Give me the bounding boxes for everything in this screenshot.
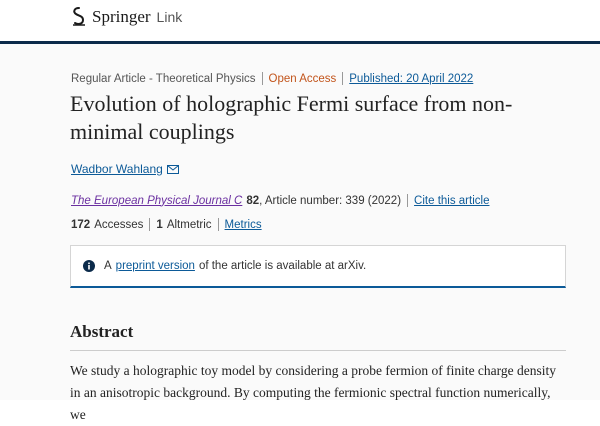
- abstract-heading: Abstract: [70, 322, 134, 341]
- springer-logo-icon: [73, 7, 85, 26]
- author-link[interactable]: Wadbor Wahlang: [71, 162, 163, 176]
- preprint-version-link[interactable]: preprint version: [116, 260, 195, 272]
- volume-number: 82: [246, 194, 260, 207]
- preprint-notice: A preprint version of the article is ava…: [70, 245, 566, 288]
- metrics-line: 172 Accesses 1 Altmetric Metrics: [71, 218, 262, 231]
- divider: [149, 218, 151, 231]
- brand-suffix: Link: [156, 9, 183, 25]
- divider: [407, 194, 409, 207]
- article-type: Regular Article - Theoretical Physics: [71, 72, 256, 85]
- metrics-link[interactable]: Metrics: [225, 219, 262, 231]
- accesses-count: 172: [71, 218, 91, 231]
- abstract-text: We study a holographic toy model by cons…: [70, 363, 557, 422]
- divider: [217, 218, 219, 231]
- brand-word: Springer: [92, 7, 151, 26]
- altmetric-count: 1: [156, 218, 163, 231]
- divider: [261, 72, 263, 85]
- notice-prefix: A: [104, 260, 112, 272]
- info-icon: [83, 260, 95, 272]
- top-bar: Springer Link: [0, 0, 600, 44]
- published-date-link[interactable]: Published: 20 April 2022: [349, 73, 473, 85]
- accesses-label: Accesses: [94, 218, 144, 231]
- notice-suffix: of the article is available at arXiv.: [198, 260, 367, 272]
- journal-link[interactable]: The European Physical Journal C: [71, 195, 242, 207]
- article-number: , Article number: 339 (2022): [259, 194, 402, 207]
- divider: [342, 72, 344, 85]
- open-access-badge: Open Access: [268, 72, 337, 85]
- article-content: Regular Article - Theoretical Physics Op…: [0, 44, 600, 422]
- article-title: Evolution of holographic Fermi surface f…: [70, 91, 513, 144]
- springerlink-logo[interactable]: Springer Link: [70, 6, 182, 28]
- author-line: Wadbor Wahlang: [71, 162, 179, 176]
- altmetric-label: Altmetric: [166, 218, 212, 231]
- abstract-divider: [70, 350, 566, 351]
- journal-line: The European Physical Journal C 82 , Art…: [71, 194, 489, 207]
- mail-icon[interactable]: [166, 164, 179, 174]
- cite-this-article-link[interactable]: Cite this article: [414, 195, 489, 207]
- article-meta: Regular Article - Theoretical Physics Op…: [71, 72, 473, 85]
